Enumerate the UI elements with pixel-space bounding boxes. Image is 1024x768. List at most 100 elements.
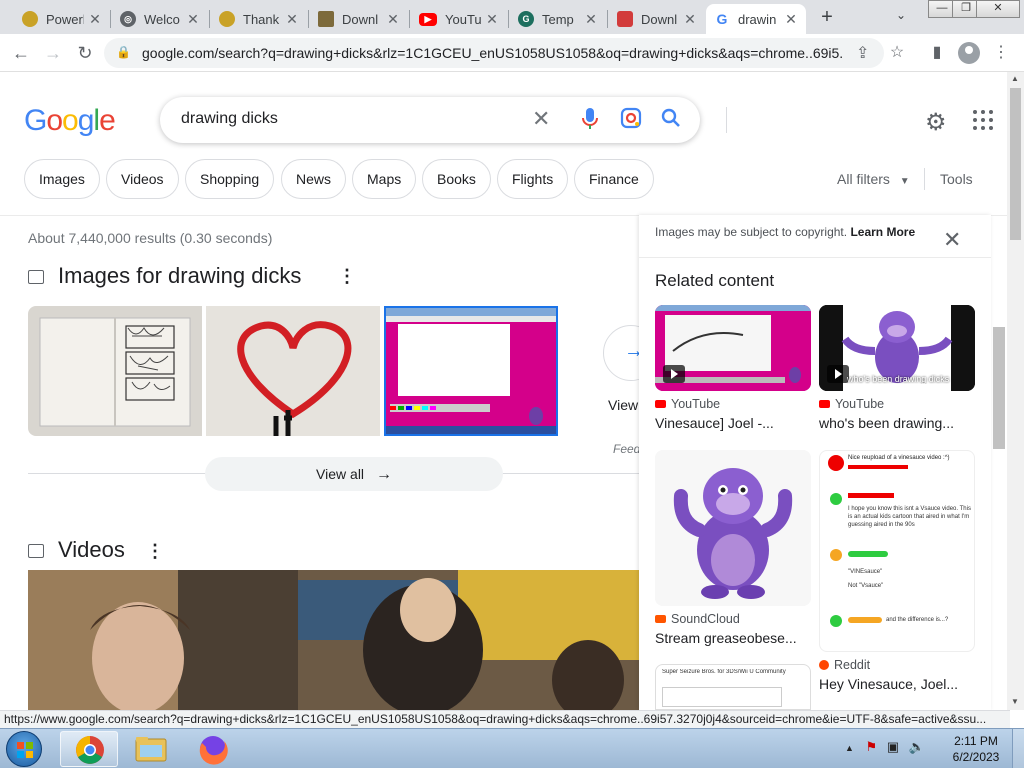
scroll-up-icon[interactable]: ▲ bbox=[1011, 74, 1019, 83]
window-close-button[interactable]: ✕ bbox=[976, 0, 1020, 18]
search-input[interactable]: drawing dicks bbox=[181, 110, 278, 128]
clear-icon[interactable]: ✕ bbox=[532, 106, 550, 132]
related-item-2[interactable]: SoundCloud Stream greaseobese... bbox=[655, 450, 811, 646]
settings-gear-icon[interactable]: ⚙ bbox=[925, 108, 947, 137]
youtube-icon: ▶ bbox=[419, 12, 437, 26]
lock-icon[interactable]: 🔒 bbox=[116, 45, 131, 59]
video-result-thumbnail[interactable] bbox=[28, 570, 639, 710]
volume-icon[interactable]: 🔈 bbox=[909, 739, 925, 754]
show-desktop-button[interactable] bbox=[1012, 729, 1024, 768]
tab-0[interactable]: Powerl ✕ bbox=[14, 4, 110, 34]
filter-videos[interactable]: Videos bbox=[106, 159, 179, 199]
related-source: SoundCloud bbox=[671, 612, 740, 626]
google-logo[interactable]: Google bbox=[24, 104, 116, 138]
globe-icon: ◎ bbox=[120, 11, 136, 27]
taskbar-chrome[interactable] bbox=[60, 731, 118, 767]
image-result-sketchbook[interactable] bbox=[28, 306, 202, 436]
taskbar-file-explorer[interactable] bbox=[122, 731, 180, 767]
tab-4[interactable]: ▶ YouTu ✕ bbox=[411, 4, 507, 34]
panel-scroll-thumb[interactable] bbox=[993, 327, 1005, 449]
forward-button[interactable]: → bbox=[40, 40, 66, 66]
lens-icon[interactable] bbox=[620, 107, 642, 135]
tab-active[interactable]: G drawin ✕ bbox=[706, 4, 806, 34]
filter-books[interactable]: Books bbox=[422, 159, 491, 199]
related-thumbnail: Super Seizure Bros. for 3DS/Wii U Commun… bbox=[655, 664, 811, 710]
all-filters-button[interactable]: All filters ▼ bbox=[837, 171, 910, 187]
related-item-3[interactable]: Nice reupload of a vinesauce video :^) I… bbox=[819, 450, 975, 692]
close-icon[interactable]: ✕ bbox=[186, 11, 200, 28]
view-all-label: View all bbox=[316, 466, 365, 482]
images-section-heading[interactable]: Images for drawing dicks bbox=[28, 263, 301, 289]
related-title[interactable]: Vinesauce] Joel -... bbox=[655, 415, 811, 431]
close-icon[interactable]: ✕ bbox=[386, 11, 400, 28]
play-icon bbox=[663, 365, 685, 383]
related-title[interactable]: Stream greaseobese... bbox=[655, 630, 811, 646]
soundcloud-icon bbox=[655, 615, 666, 623]
microphone-icon[interactable] bbox=[580, 107, 600, 137]
image-result-paint-program[interactable] bbox=[384, 306, 558, 436]
tab-title: Thank bbox=[243, 11, 280, 27]
network-icon[interactable]: ▣ bbox=[887, 739, 899, 754]
close-icon[interactable]: ✕ bbox=[88, 11, 102, 28]
windows-taskbar: ▲ ⚑ ▣ 🔈 2:11 PM 6/2/2023 bbox=[0, 728, 1024, 768]
comment-text: I hope you know this isnt a Vsauce video… bbox=[848, 506, 971, 528]
menu-kebab-icon[interactable]: ⋮ bbox=[990, 42, 1012, 64]
start-button[interactable] bbox=[6, 731, 42, 767]
share-icon[interactable]: ⇪ bbox=[856, 43, 869, 63]
close-icon[interactable]: ✕ bbox=[285, 11, 299, 28]
more-options-icon[interactable]: ⋮ bbox=[146, 541, 164, 562]
new-tab-button[interactable]: + bbox=[816, 6, 838, 28]
youtube-icon bbox=[819, 400, 830, 408]
tab-search-icon[interactable]: ⌄ bbox=[896, 8, 906, 22]
feedback-link[interactable]: Feed bbox=[613, 442, 640, 456]
related-item-1[interactable]: who's been drawing dicks YouTube who's b… bbox=[819, 305, 975, 431]
related-source: YouTube bbox=[671, 397, 721, 411]
comment-text: Nice reupload of a vinesauce video :^) bbox=[848, 455, 950, 461]
tab-2[interactable]: Thank ✕ bbox=[211, 4, 307, 34]
close-panel-icon[interactable]: ✕ bbox=[943, 227, 961, 253]
view-all-button[interactable]: View all → bbox=[205, 457, 503, 491]
page-scroll-thumb[interactable] bbox=[1010, 88, 1021, 240]
filter-images[interactable]: Images bbox=[24, 159, 100, 199]
apps-grid-icon[interactable] bbox=[973, 110, 993, 130]
scroll-down-icon[interactable]: ▼ bbox=[1011, 697, 1019, 706]
videos-section-heading[interactable]: Videos bbox=[28, 537, 125, 563]
filter-news[interactable]: News bbox=[281, 159, 347, 199]
filter-finance[interactable]: Finance bbox=[574, 159, 654, 199]
search-box[interactable]: drawing dicks ✕ bbox=[160, 97, 727, 143]
close-icon[interactable]: ✕ bbox=[584, 11, 598, 28]
tab-1[interactable]: ◎ Welco ✕ bbox=[112, 4, 208, 34]
clock[interactable]: 2:11 PM 6/2/2023 bbox=[952, 733, 1000, 765]
related-thumbnail bbox=[655, 305, 811, 391]
learn-more-link[interactable]: Learn More bbox=[850, 225, 915, 239]
search-icon[interactable] bbox=[660, 107, 682, 135]
tab-3[interactable]: Downl ✕ bbox=[310, 4, 408, 34]
related-title[interactable]: who's been drawing... bbox=[819, 415, 975, 431]
action-center-icon[interactable]: ⚑ bbox=[866, 739, 878, 754]
tab-5[interactable]: G Temp ✕ bbox=[510, 4, 606, 34]
tab-6[interactable]: Downl ✕ bbox=[609, 4, 705, 34]
related-item-4[interactable]: Super Seizure Bros. for 3DS/Wii U Commun… bbox=[655, 664, 811, 710]
profile-avatar[interactable] bbox=[958, 42, 980, 64]
filter-shopping[interactable]: Shopping bbox=[185, 159, 275, 199]
more-options-icon[interactable]: ⋮ bbox=[338, 266, 356, 287]
browser-toolbar: ← → ↻ 🔒 google.com/search?q=drawing+dick… bbox=[0, 34, 1024, 72]
close-icon[interactable]: ✕ bbox=[784, 11, 798, 28]
bookmark-star-icon[interactable]: ☆ bbox=[886, 42, 908, 64]
side-panel-icon[interactable]: ▮ bbox=[926, 42, 948, 64]
filter-flights[interactable]: Flights bbox=[497, 159, 569, 199]
image-result-heart[interactable] bbox=[206, 306, 380, 436]
reddit-icon bbox=[819, 660, 829, 670]
back-button[interactable]: ← bbox=[8, 40, 34, 66]
tools-button[interactable]: Tools bbox=[940, 171, 973, 187]
related-thumbnail: who's been drawing dicks bbox=[819, 305, 975, 391]
close-icon[interactable]: ✕ bbox=[485, 11, 499, 28]
reload-button[interactable]: ↻ bbox=[72, 40, 98, 66]
address-bar[interactable]: 🔒 google.com/search?q=drawing+dicks&rlz=… bbox=[104, 38, 884, 68]
related-item-0[interactable]: YouTube Vinesauce] Joel -... bbox=[655, 305, 811, 431]
close-icon[interactable]: ✕ bbox=[683, 11, 697, 28]
filter-maps[interactable]: Maps bbox=[352, 159, 417, 199]
taskbar-firefox[interactable] bbox=[184, 731, 242, 767]
show-hidden-icons[interactable]: ▲ bbox=[845, 743, 854, 753]
related-title[interactable]: Hey Vinesauce, Joel... bbox=[819, 676, 975, 692]
